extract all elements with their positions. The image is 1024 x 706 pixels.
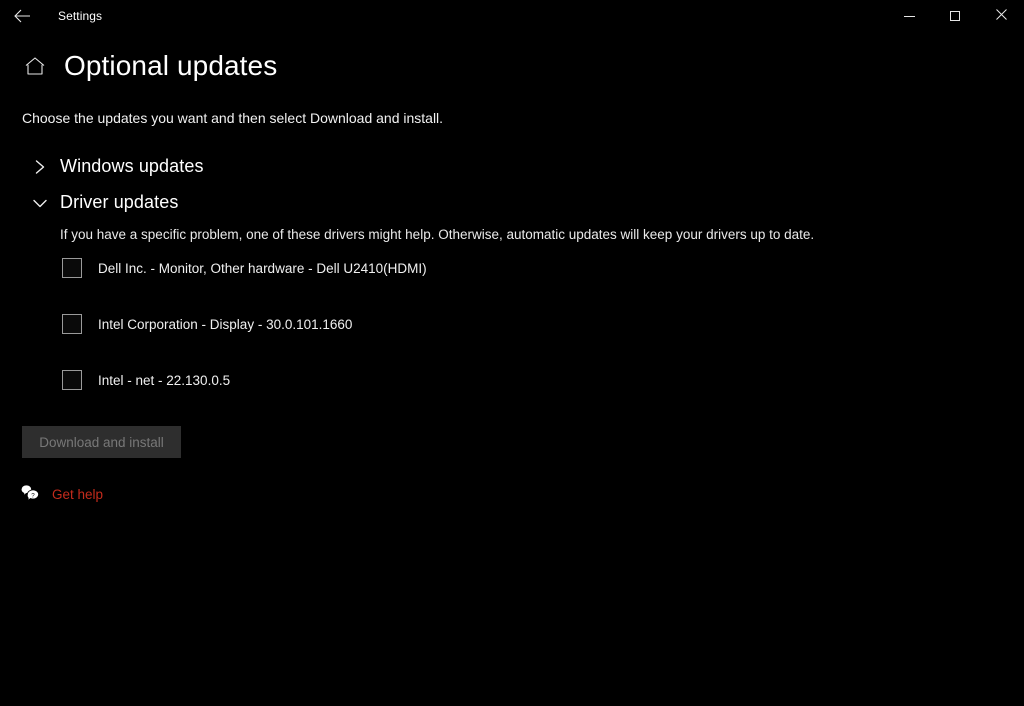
minimize-icon — [903, 15, 915, 17]
help-bubble-icon: ? — [20, 484, 40, 504]
close-icon — [995, 7, 1007, 25]
page-subtitle: Choose the updates you want and then sel… — [22, 110, 444, 127]
list-item[interactable]: Intel Corporation - Display - 30.0.101.1… — [0, 314, 1024, 335]
expander-label-driver-updates: Driver updates — [60, 192, 179, 213]
maximize-icon — [950, 11, 960, 21]
checkbox-driver-1[interactable] — [62, 314, 82, 335]
settings-window: { "window": { "app_title": "Settings", "… — [0, 0, 1024, 706]
expander-label-windows-updates: Windows updates — [60, 156, 204, 177]
get-help-link[interactable]: ? Get help — [0, 484, 140, 504]
back-button[interactable] — [0, 0, 44, 32]
home-icon[interactable] — [22, 53, 48, 79]
get-help-label: Get help — [52, 486, 104, 502]
page-title: Optional updates — [64, 50, 278, 81]
expander-driver-updates[interactable]: Driver updates — [0, 192, 1024, 213]
checkbox-label-driver-2: Intel - net - 22.130.0.5 — [98, 372, 231, 388]
page-header: Optional updates — [0, 50, 1024, 82]
svg-text:?: ? — [31, 492, 35, 499]
minimize-button[interactable] — [886, 0, 932, 32]
close-button[interactable] — [978, 0, 1024, 32]
chevron-down-icon — [30, 193, 50, 213]
checkbox-label-driver-0: Dell Inc. - Monitor, Other hardware - De… — [98, 260, 427, 276]
checkbox-driver-2[interactable] — [62, 370, 82, 391]
checkbox-driver-0[interactable] — [62, 258, 82, 279]
checkbox-label-driver-1: Intel Corporation - Display - 30.0.101.1… — [98, 316, 353, 332]
window-controls — [886, 0, 1024, 32]
expander-windows-updates[interactable]: Windows updates — [0, 156, 1024, 177]
maximize-button[interactable] — [932, 0, 978, 32]
title-bar: Settings — [0, 0, 1024, 32]
list-item[interactable]: Dell Inc. - Monitor, Other hardware - De… — [0, 258, 1024, 279]
app-title: Settings — [58, 9, 103, 23]
list-item[interactable]: Intel - net - 22.130.0.5 — [0, 370, 1024, 391]
driver-updates-description: If you have a specific problem, one of t… — [60, 227, 815, 243]
back-arrow-icon — [13, 9, 31, 23]
chevron-right-icon — [30, 157, 50, 177]
download-and-install-button[interactable]: Download and install — [22, 426, 181, 459]
driver-updates-list: Dell Inc. - Monitor, Other hardware - De… — [0, 258, 1024, 391]
